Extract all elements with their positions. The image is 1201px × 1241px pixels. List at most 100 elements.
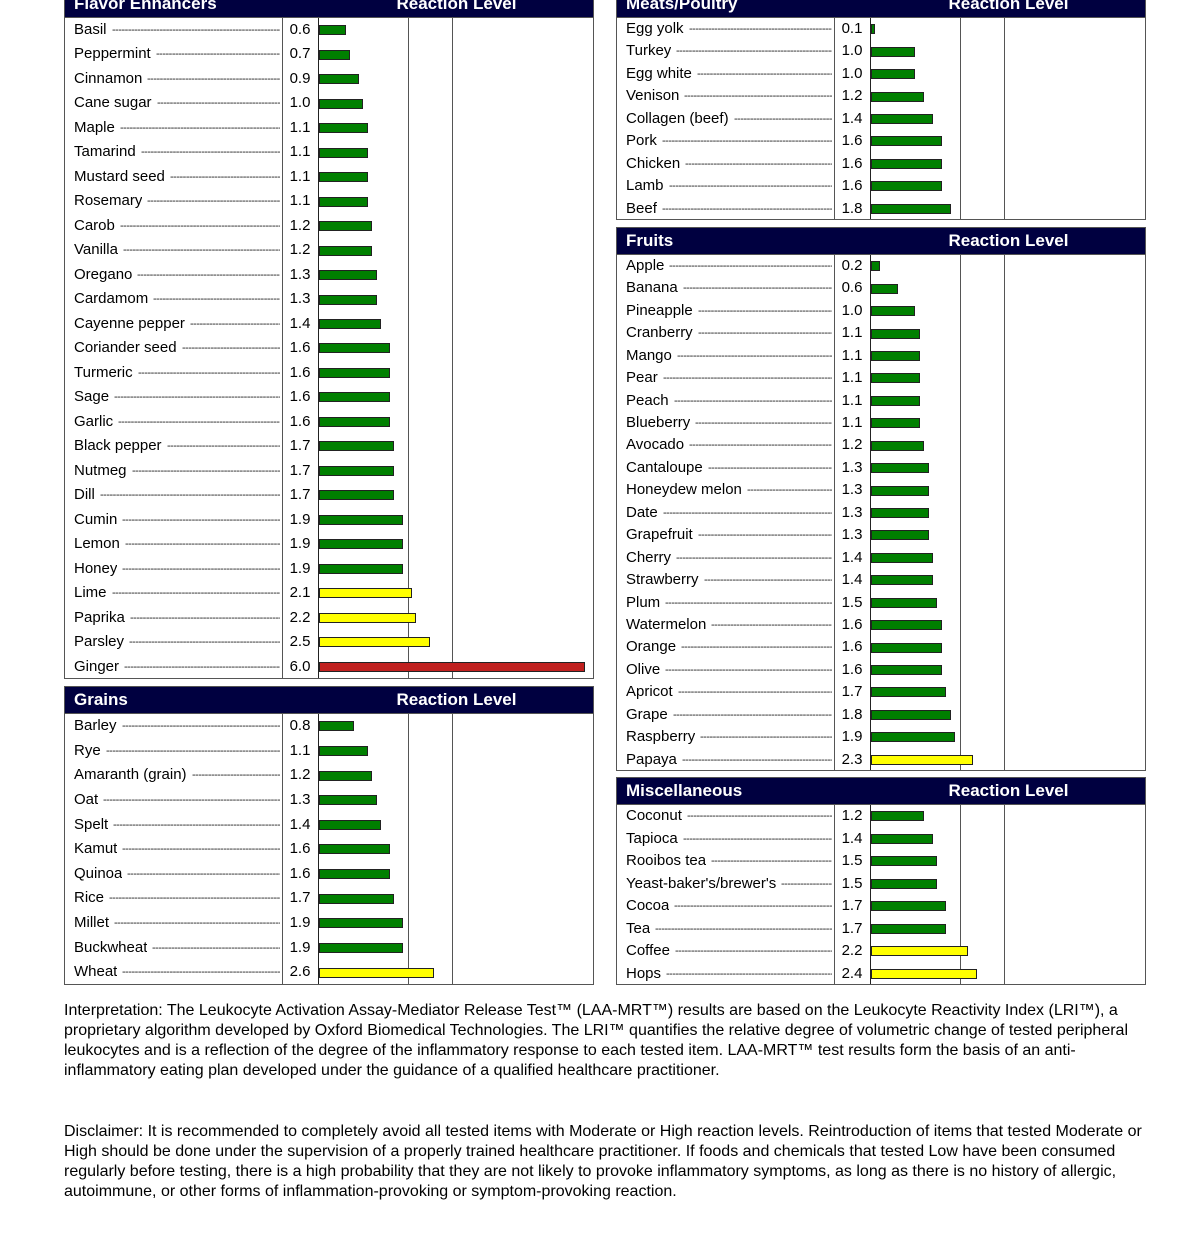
table-row: Orange ----------------------------------… bbox=[617, 636, 1145, 658]
item-label: Wheat bbox=[74, 963, 118, 981]
leader-dashes: ----------------------------------------… bbox=[147, 72, 280, 85]
item-label: Tea bbox=[626, 919, 651, 937]
reaction-bar bbox=[319, 221, 373, 232]
leader-dashes: ----------------------------------------… bbox=[663, 372, 832, 385]
leader-dashes: ----------------------------------------… bbox=[124, 660, 280, 673]
leader-dashes: ----------------------------------------… bbox=[147, 195, 280, 208]
item-label: Cinnamon bbox=[74, 69, 143, 87]
reaction-bar bbox=[871, 878, 938, 889]
reaction-value: 1.7 bbox=[289, 486, 311, 504]
item-label: Egg white bbox=[626, 64, 692, 82]
table-row: Quinoa ----------------------------------… bbox=[65, 862, 593, 887]
reaction-bar bbox=[319, 319, 382, 329]
leader-dashes: ----------------------------------------… bbox=[681, 641, 832, 654]
leader-dashes: ----------------------------------------… bbox=[112, 587, 280, 600]
item-label: Beef bbox=[626, 199, 657, 217]
leader-dashes: ----------------------------------------… bbox=[674, 900, 832, 912]
item-label: Maple bbox=[74, 118, 115, 136]
leader-dashes: ----------------------------------------… bbox=[120, 121, 280, 134]
item-label: Lime bbox=[74, 584, 107, 602]
reaction-value: 1.2 bbox=[841, 436, 863, 454]
leader-dashes: ----------------------------------------… bbox=[673, 708, 832, 721]
reaction-value: 1.8 bbox=[841, 199, 863, 217]
item-label: Millet bbox=[74, 914, 110, 932]
reaction-bar bbox=[319, 392, 390, 403]
leader-dashes: ----------------------------------------… bbox=[678, 686, 832, 699]
table-row: Pineapple -------------------------------… bbox=[617, 300, 1145, 322]
leader-dashes: ----------------------------------------… bbox=[167, 440, 280, 453]
item-label: Hops bbox=[626, 964, 662, 982]
table-row: Strawberry ------------------------------… bbox=[617, 569, 1145, 591]
leader-dashes: ----------------------------------------… bbox=[153, 293, 280, 306]
reaction-bar bbox=[319, 98, 364, 109]
reaction-value: 1.5 bbox=[841, 593, 863, 611]
table-row: Coriander seed --------------------------… bbox=[65, 336, 593, 360]
item-label: Buckwheat bbox=[74, 938, 148, 956]
leader-dashes: ----------------------------------------… bbox=[669, 180, 832, 193]
item-label: Cranberry bbox=[626, 324, 693, 342]
item-label: Spelt bbox=[74, 815, 109, 833]
leader-dashes: ----------------------------------------… bbox=[137, 268, 280, 281]
table-row: Cayenne pepper --------------------------… bbox=[65, 312, 593, 336]
item-label: Plum bbox=[626, 593, 661, 611]
item-label: Carob bbox=[74, 216, 115, 234]
leader-dashes: ----------------------------------------… bbox=[666, 967, 832, 980]
reaction-value: 1.6 bbox=[289, 363, 311, 381]
reaction-bar bbox=[871, 283, 898, 294]
panel-flavor-enhancers: Basil -----------------------------------… bbox=[64, 18, 594, 679]
reaction-value: 1.3 bbox=[841, 503, 863, 521]
reaction-bar bbox=[871, 306, 916, 317]
reaction-bar bbox=[319, 490, 395, 501]
reaction-bar bbox=[319, 661, 585, 672]
table-row: Spelt -----------------------------------… bbox=[65, 813, 593, 838]
leader-dashes: ----------------------------------------… bbox=[152, 941, 280, 954]
leader-dashes: ----------------------------------------… bbox=[669, 260, 832, 272]
table-row: Lime ------------------------------------… bbox=[65, 581, 593, 605]
item-label: Parsley bbox=[74, 633, 125, 651]
reaction-level-heading: Reaction Level bbox=[396, 0, 517, 13]
item-label: Garlic bbox=[74, 412, 114, 430]
item-label: Honeydew melon bbox=[626, 481, 742, 499]
reaction-bar bbox=[319, 893, 395, 904]
leader-dashes: ----------------------------------------… bbox=[665, 596, 832, 609]
item-label: Rooibos tea bbox=[626, 852, 707, 869]
item-label: Cayenne pepper bbox=[74, 314, 185, 332]
leader-dashes: ----------------------------------------… bbox=[129, 636, 280, 649]
reaction-value: 0.9 bbox=[289, 69, 311, 87]
reaction-bar bbox=[319, 123, 368, 134]
leader-dashes: ----------------------------------------… bbox=[684, 90, 832, 103]
item-label: Turkey bbox=[626, 42, 672, 60]
leader-dashes: ----------------------------------------… bbox=[683, 282, 832, 295]
reaction-value: 1.4 bbox=[841, 548, 863, 566]
leader-dashes: ----------------------------------------… bbox=[676, 551, 832, 564]
table-row: Black pepper ----------------------------… bbox=[65, 434, 593, 458]
reaction-level-heading: Reaction Level bbox=[948, 231, 1069, 250]
reaction-bar bbox=[319, 745, 368, 756]
item-label: Oregano bbox=[74, 265, 133, 283]
table-row: Rice ------------------------------------… bbox=[65, 886, 593, 911]
item-label: Mustard seed bbox=[74, 167, 165, 185]
reaction-value: 2.4 bbox=[841, 964, 863, 982]
leader-dashes: ----------------------------------------… bbox=[698, 304, 832, 317]
reaction-value: 1.1 bbox=[841, 391, 863, 409]
reaction-value: 1.0 bbox=[841, 301, 863, 319]
reaction-bar bbox=[871, 463, 929, 474]
item-label: Basil bbox=[74, 21, 107, 38]
interpretation-text: Interpretation: The Leukocyte Activation… bbox=[64, 1002, 1129, 1079]
reaction-bar bbox=[871, 203, 951, 214]
leader-dashes: ----------------------------------------… bbox=[170, 170, 280, 183]
reaction-value: 2.2 bbox=[841, 942, 863, 959]
leader-dashes: ----------------------------------------… bbox=[190, 317, 280, 330]
table-row: Rosemary --------------------------------… bbox=[65, 189, 593, 213]
item-label: Sage bbox=[74, 388, 110, 406]
table-row: Date ------------------------------------… bbox=[617, 502, 1145, 524]
leader-dashes: ----------------------------------------… bbox=[662, 135, 832, 148]
item-label: Ginger bbox=[74, 657, 120, 675]
reaction-value: 1.0 bbox=[289, 94, 311, 112]
item-label: Lemon bbox=[74, 535, 120, 553]
leader-dashes: ----------------------------------------… bbox=[704, 574, 832, 587]
table-row: Nutmeg ----------------------------------… bbox=[65, 459, 593, 483]
leader-dashes: ----------------------------------------… bbox=[747, 484, 832, 497]
reaction-bar bbox=[319, 869, 390, 880]
reaction-bar bbox=[871, 946, 969, 957]
